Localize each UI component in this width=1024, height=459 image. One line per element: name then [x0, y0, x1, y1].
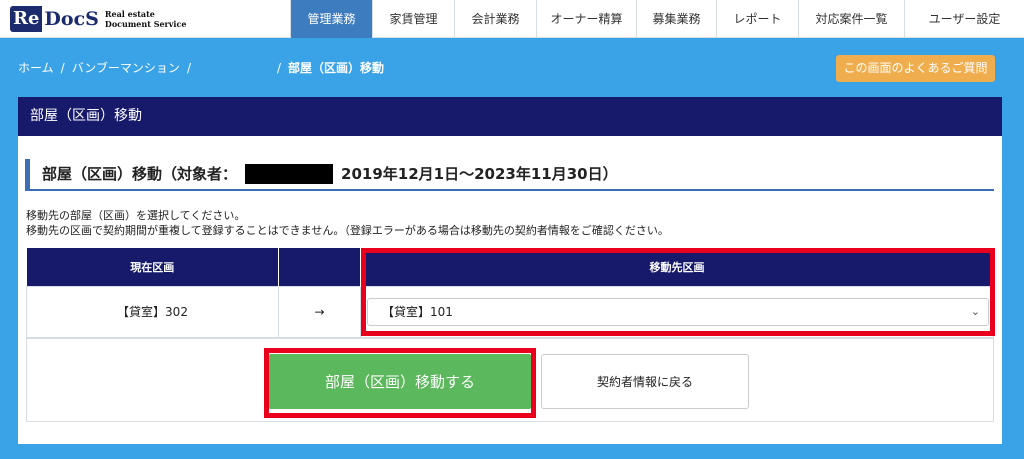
col-current-section: 現在区画	[26, 248, 279, 286]
logo-mark: Re DocS	[10, 5, 99, 33]
nav-management[interactable]: 管理業務	[290, 0, 372, 38]
table-header-row: 現在区画 移動先区画	[26, 248, 994, 286]
redacted-tenant-name	[245, 164, 334, 184]
logo-docs: DocS	[44, 8, 99, 30]
nav-rent-management[interactable]: 家賃管理	[372, 0, 454, 38]
breadcrumb-current: 部屋（区画）移動	[288, 61, 385, 75]
nav-accounting[interactable]: 会計業務	[454, 0, 536, 38]
col-target-section: 移動先区画	[360, 248, 994, 286]
redocs-logo[interactable]: Re DocS Real estate Document Service	[10, 5, 186, 33]
breadcrumb-separator: /	[60, 60, 65, 75]
back-to-contract-button[interactable]: 契約者情報に戻る	[541, 354, 749, 409]
breadcrumb-property[interactable]: バンブーマンション	[72, 59, 180, 76]
target-section-select[interactable]: 【貸室】101 ⌄	[367, 297, 989, 326]
nav-case-list[interactable]: 対応案件一覧	[798, 0, 904, 38]
panel-title: 部屋（区画）移動	[18, 97, 1002, 136]
table-row: 【貸室】302 → 【貸室】101 ⌄	[26, 285, 994, 338]
nav-user-settings[interactable]: ユーザー設定	[904, 0, 1024, 38]
main-nav: 管理業務 家賃管理 会計業務 オーナー精算 募集業務 レポート 対応案件一覧 ユ…	[290, 0, 1024, 38]
chevron-down-icon: ⌄	[970, 304, 980, 318]
current-section-value: 【貸室】302	[26, 285, 279, 338]
arrow-icon: →	[278, 285, 361, 338]
target-cell: 【貸室】101 ⌄	[360, 285, 994, 338]
instructions: 移動先の部屋（区画）を選択してください。 移動先の区画で契約期間が重複して登録す…	[26, 208, 669, 238]
col-arrow	[278, 248, 361, 286]
nav-report[interactable]: レポート	[716, 0, 798, 38]
instruction-line-2: 移動先の区画で契約期間が重複して登録することはできません。（登録エラーがある場合…	[26, 224, 669, 237]
section-title-period: 2019年12月1日〜2023年11月30日）	[341, 165, 618, 183]
logo-sub-line2: Document Service	[104, 19, 187, 29]
top-header: Re DocS Real estate Document Service 管理業…	[0, 0, 1024, 38]
nav-recruitment[interactable]: 募集業務	[636, 0, 716, 38]
move-room-button[interactable]: 部屋（区画）移動する	[269, 354, 531, 409]
faq-button[interactable]: この画面のよくあるご質問	[836, 55, 995, 82]
breadcrumb-home[interactable]: ホーム	[18, 59, 54, 76]
logo-sub-line1: Real estate	[104, 9, 155, 19]
logo-re: Re	[10, 6, 43, 32]
target-section-value: 【貸室】101	[382, 304, 453, 319]
room-move-panel: 部屋（区画）移動 部屋（区画）移動（対象者： 2019年12月1日〜2023年1…	[18, 97, 1002, 444]
breadcrumb-separator: /	[276, 60, 282, 75]
breadcrumb: ホーム / バンブーマンション / / 部屋（区画）移動	[18, 59, 384, 76]
section-title-prefix: 部屋（区画）移動（対象者：	[42, 165, 238, 183]
move-table: 現在区画 移動先区画 【貸室】302 → 【貸室】101 ⌄	[26, 248, 994, 338]
logo-subtitle: Real estate Document Service	[105, 9, 187, 29]
nav-owner-settlement[interactable]: オーナー精算	[536, 0, 636, 38]
instruction-line-1: 移動先の部屋（区画）を選択してください。	[26, 209, 246, 222]
breadcrumb-separator: /	[186, 60, 191, 75]
action-row: 部屋（区画）移動する 契約者情報に戻る	[26, 338, 994, 422]
section-title: 部屋（区画）移動（対象者： 2019年12月1日〜2023年11月30日）	[25, 159, 994, 191]
